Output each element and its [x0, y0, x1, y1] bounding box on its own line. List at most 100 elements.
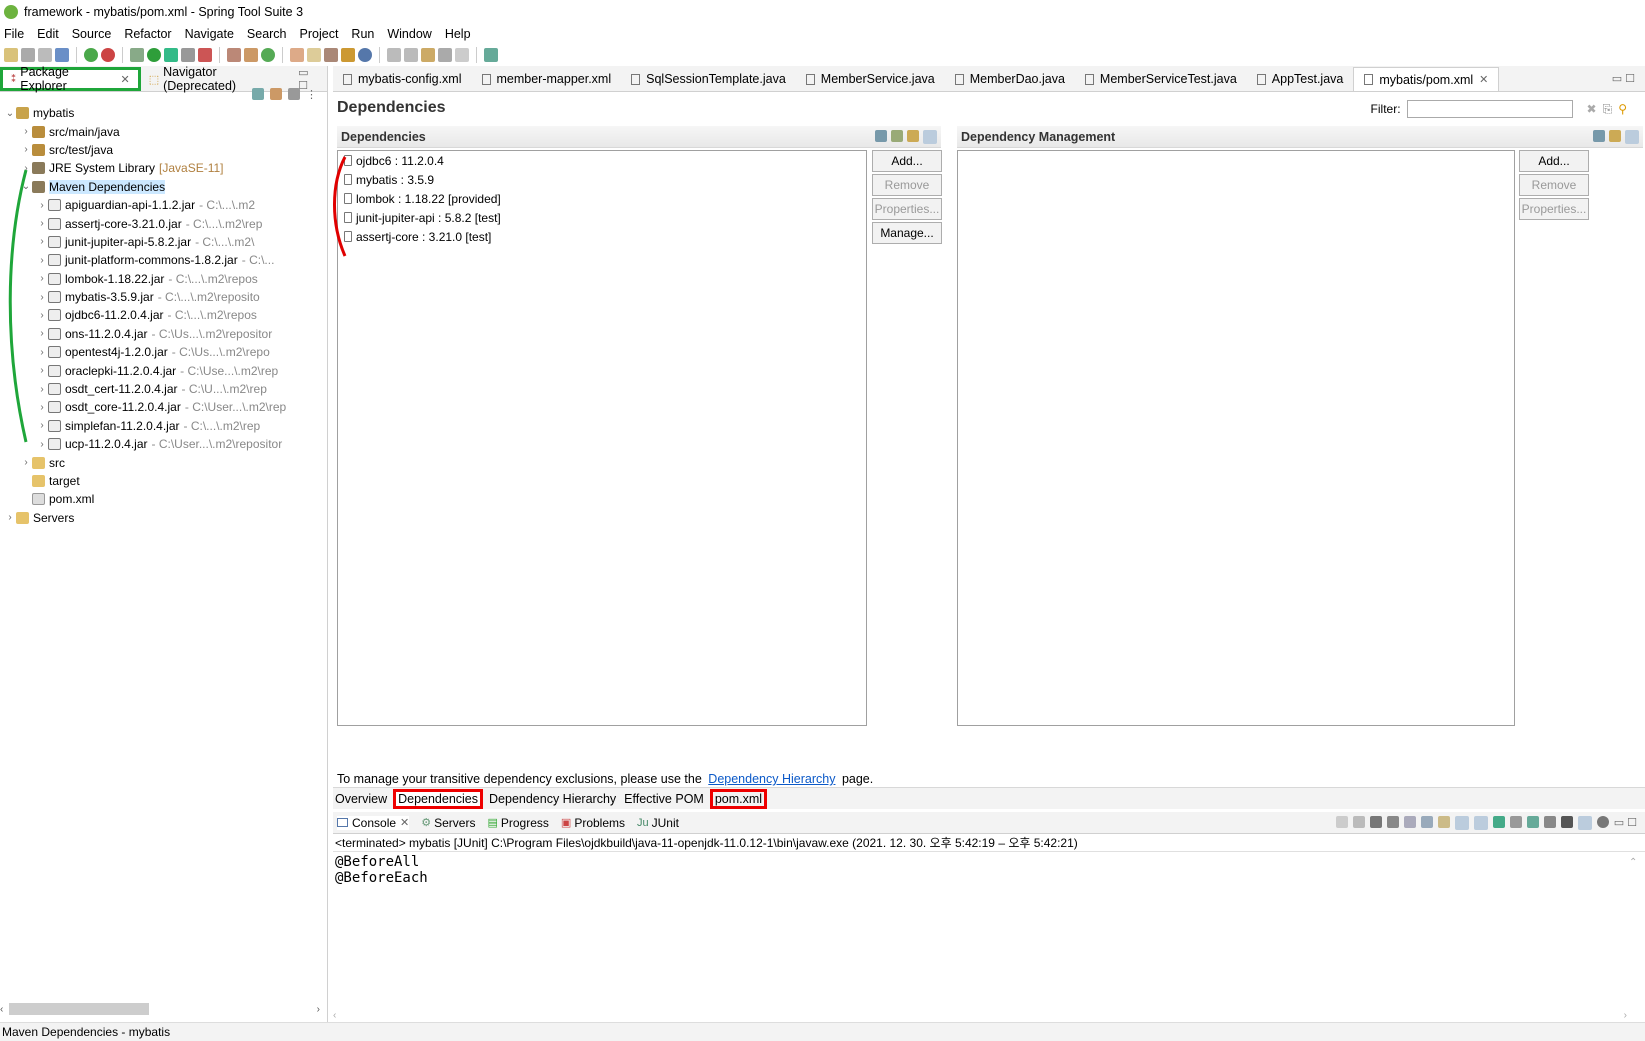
page-tab-pom-xml[interactable]: pom.xml	[709, 788, 768, 809]
tree-item[interactable]: › junit-jupiter-api-5.8.2.jar - C:\...\.m2…	[0, 233, 327, 251]
scroll-right-icon[interactable]: ›	[1624, 1010, 1627, 1021]
tab-console[interactable]: Console ✕	[337, 815, 410, 830]
external-tools-icon[interactable]	[198, 48, 212, 62]
previous-annotation-icon[interactable]	[404, 48, 418, 62]
sort-icon[interactable]	[875, 129, 887, 142]
last-edit-icon[interactable]	[421, 48, 435, 62]
collapsed-arrow-icon[interactable]: ›	[36, 328, 48, 339]
menu-window[interactable]: Window	[387, 27, 431, 41]
menu-source[interactable]: Source	[72, 27, 112, 41]
save-icon[interactable]	[21, 48, 35, 62]
menu-search[interactable]: Search	[247, 27, 287, 41]
toggle-view-icon[interactable]	[923, 129, 937, 144]
debug-icon[interactable]	[130, 48, 144, 62]
remove-all-icon[interactable]	[1386, 815, 1399, 828]
properties-dependency-button[interactable]: Properties...	[872, 198, 942, 220]
collapse-all-icon[interactable]	[252, 88, 264, 100]
collapsed-arrow-icon[interactable]: ›	[36, 347, 48, 358]
collapsed-arrow-icon[interactable]: ›	[36, 273, 48, 284]
copy-icon[interactable]	[1543, 815, 1556, 828]
page-tab-dependencies[interactable]: Dependencies	[393, 788, 484, 809]
scroll-left-icon[interactable]: ‹	[0, 1004, 3, 1015]
collapsed-arrow-icon[interactable]: ›	[36, 402, 48, 413]
tree-item[interactable]: › junit-platform-commons-1.8.2.jar - C:\..…	[0, 251, 327, 269]
spring-boot-icon[interactable]	[84, 48, 98, 62]
maximize-icon[interactable]: ▭ ☐	[1612, 72, 1635, 85]
editor-tab[interactable]: MemberDao.java	[945, 67, 1075, 91]
manage-dependency-button[interactable]: Manage...	[872, 222, 942, 244]
close-icon[interactable]: ✕	[1479, 73, 1488, 86]
tree-item[interactable]: › src/main/java	[0, 122, 327, 140]
collapsed-arrow-icon[interactable]: ›	[36, 365, 48, 376]
collapsed-arrow-icon[interactable]: ›	[36, 236, 48, 247]
editor-tab[interactable]: SqlSessionTemplate.java	[621, 67, 796, 91]
auto-scroll-icon[interactable]	[1577, 815, 1592, 830]
clear-console-icon[interactable]	[1403, 815, 1416, 828]
editor-tab[interactable]: MemberService.java	[796, 67, 945, 91]
filter-icon[interactable]	[288, 88, 300, 100]
properties-managed-button[interactable]: Properties...	[1519, 198, 1589, 220]
console-menu-icon[interactable]	[1560, 815, 1573, 828]
pin-console-icon[interactable]	[1492, 815, 1505, 828]
save-all-icon[interactable]	[38, 48, 52, 62]
toggle-view-icon[interactable]	[1625, 129, 1639, 144]
tree-item[interactable]: › assertj-core-3.21.0.jar - C:\...\.m2\rep	[0, 214, 327, 232]
collapsed-arrow-icon[interactable]: ›	[36, 420, 48, 431]
tree-item[interactable]: › ojdbc6-11.2.0.4.jar - C:\...\.m2\repos	[0, 306, 327, 324]
link-icon[interactable]: ⚲	[1618, 102, 1627, 116]
collapsed-arrow-icon[interactable]: ›	[36, 310, 48, 321]
open-console-icon[interactable]	[1526, 815, 1539, 828]
add-managed-button[interactable]: Add...	[1519, 150, 1589, 172]
collapsed-arrow-icon[interactable]: ›	[36, 218, 48, 229]
page-tab-effective-pom[interactable]: Effective POM	[622, 789, 706, 809]
collapsed-arrow-icon[interactable]: ›	[36, 200, 48, 211]
editor-tab[interactable]: mybatis/pom.xml ✕	[1353, 67, 1500, 91]
close-icon[interactable]: ✕	[120, 73, 129, 86]
menu-help[interactable]: Help	[445, 27, 471, 41]
filter-deps-icon[interactable]	[907, 129, 919, 142]
new-java-project-icon[interactable]	[227, 48, 241, 62]
tree-item[interactable]: › apiguardian-api-1.1.2.jar - C:\...\.m2	[0, 196, 327, 214]
menu-refactor[interactable]: Refactor	[124, 27, 171, 41]
tab-servers[interactable]: ⚙ Servers	[421, 816, 475, 830]
scrollbar-thumb[interactable]	[9, 1003, 150, 1015]
next-annotation-icon[interactable]	[387, 48, 401, 62]
page-tab-overview[interactable]: Overview	[333, 789, 389, 809]
tab-problems[interactable]: ▣ Problems	[561, 816, 625, 830]
tree-item[interactable]: › osdt_cert-11.2.0.4.jar - C:\U...\.m2\rep	[0, 380, 327, 398]
editor-tab[interactable]: mybatis-config.xml	[333, 67, 472, 91]
tree-item[interactable]: › src/test/java	[0, 141, 327, 159]
collapsed-arrow-icon[interactable]: ›	[36, 255, 48, 266]
scroll-left-icon[interactable]: ‹	[333, 1010, 336, 1021]
tree-item[interactable]: › ons-11.2.0.4.jar - C:\Us...\.m2\reposito…	[0, 325, 327, 343]
new-class-icon[interactable]	[261, 48, 275, 62]
pin-icon[interactable]	[1335, 815, 1348, 828]
coverage-icon[interactable]	[164, 48, 178, 62]
expanded-arrow-icon[interactable]: ⌄	[4, 108, 16, 119]
menu-navigate[interactable]: Navigate	[185, 27, 234, 41]
tree-item[interactable]: › opentest4j-1.2.0.jar - C:\Us...\.m2\repo	[0, 343, 327, 361]
editor-tab[interactable]: MemberServiceTest.java	[1075, 67, 1247, 91]
tab-package-explorer[interactable]: ⁑ Package Explorer ✕	[0, 65, 141, 93]
filter-input[interactable]	[1406, 100, 1573, 118]
horizontal-scrollbar[interactable]: ‹ ›	[0, 1002, 320, 1016]
scroll-lock-icon[interactable]	[1420, 815, 1433, 828]
menu-file[interactable]: File	[4, 27, 24, 41]
tab-progress[interactable]: ▤ Progress	[487, 816, 548, 830]
console-output[interactable]: @BeforeAll @BeforeEach	[333, 852, 1645, 888]
menu-project[interactable]: Project	[300, 27, 339, 41]
tab-junit[interactable]: Ju JUnit	[637, 816, 679, 830]
remove-managed-button[interactable]: Remove	[1519, 174, 1589, 196]
word-wrap-icon[interactable]	[1437, 815, 1450, 828]
new-package-icon[interactable]	[244, 48, 258, 62]
tree-item[interactable]: › oraclepki-11.2.0.4.jar - C:\Use...\.m2\r…	[0, 361, 327, 379]
tree-item[interactable]: › simplefan-11.2.0.4.jar - C:\...\.m2\rep	[0, 417, 327, 435]
search-options-icon[interactable]: ⎘	[1603, 102, 1613, 117]
terminate-icon[interactable]	[1352, 815, 1365, 828]
close-icon[interactable]: ✕	[400, 816, 409, 829]
dependencies-list[interactable]: ojdbc6 : 11.2.0.4 mybatis : 3.5.9 lombok :…	[337, 150, 867, 726]
forward-icon[interactable]	[455, 48, 469, 62]
search-icon[interactable]	[324, 48, 338, 62]
settings-icon[interactable]	[1596, 815, 1609, 828]
terminate-icon[interactable]	[181, 48, 195, 62]
